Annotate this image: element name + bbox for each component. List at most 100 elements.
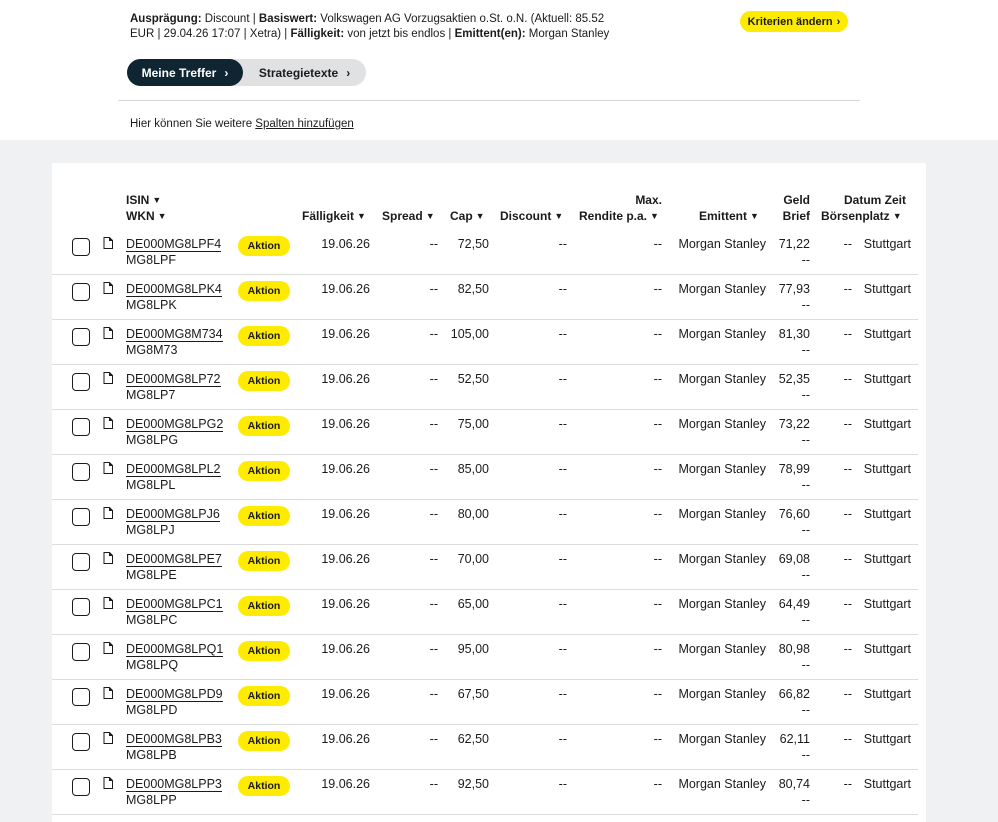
row-checkbox[interactable] (72, 733, 90, 751)
cap-cell: 95,00 (457, 642, 489, 656)
chevron-right-icon: › (346, 65, 351, 80)
datum-zeit-cell: -- (843, 687, 852, 701)
aktion-badge[interactable]: Aktion (238, 461, 290, 481)
header-cap[interactable]: Cap ▼ (450, 208, 485, 225)
isin-link[interactable]: DE000MG8LPG2 (126, 416, 224, 432)
document-icon[interactable] (103, 372, 113, 384)
tab-strategy-texts[interactable]: Strategietexte › (243, 59, 366, 86)
isin-link[interactable]: DE000MG8LPD9 (126, 686, 223, 702)
isin-link[interactable]: DE000MG8LPK4 (126, 281, 222, 297)
row-checkbox[interactable] (72, 418, 90, 436)
header-boersenplatz[interactable]: Börsenplatz ▼ (821, 208, 902, 225)
document-icon[interactable] (103, 462, 113, 474)
row-checkbox[interactable] (72, 238, 90, 256)
aktion-badge-label: Aktion (247, 420, 281, 432)
document-icon[interactable] (103, 732, 113, 744)
isin-link[interactable]: DE000MG8LPJ6 (126, 506, 220, 522)
header-isin[interactable]: ISIN ▼ (126, 192, 161, 209)
aktion-badge[interactable]: Aktion (238, 281, 290, 301)
aktion-badge[interactable]: Aktion (238, 371, 290, 391)
row-checkbox[interactable] (72, 643, 90, 661)
row-checkbox[interactable] (72, 778, 90, 796)
isin-link[interactable]: DE000MG8LP72 (126, 371, 221, 387)
datum-zeit-cell: -- (843, 372, 852, 386)
aktion-badge-label: Aktion (247, 600, 281, 612)
datum-zeit-cell: -- (843, 597, 852, 611)
row-checkbox[interactable] (72, 688, 90, 706)
isin-link[interactable]: DE000MG8M734 (126, 326, 223, 342)
wkn-text: MG8LPL (126, 478, 176, 492)
header-boersenplatz-label: Börsenplatz (821, 209, 890, 223)
aktion-badge[interactable]: Aktion (238, 731, 290, 751)
rendite-cell: -- (653, 687, 662, 701)
faelligkeit-cell: 19.06.26 (321, 462, 370, 476)
row-checkbox[interactable] (72, 283, 90, 301)
aktion-badge-label: Aktion (247, 735, 281, 747)
document-icon[interactable] (103, 642, 113, 654)
cap-cell: 70,00 (457, 552, 489, 566)
row-checkbox[interactable] (72, 553, 90, 571)
aktion-badge[interactable]: Aktion (238, 416, 290, 436)
add-columns-link[interactable]: Spalten hinzufügen (255, 118, 353, 130)
header-rendite[interactable]: Rendite p.a. ▼ (579, 208, 659, 225)
isin-link[interactable]: DE000MG8LPP3 (126, 776, 222, 792)
document-icon[interactable] (103, 777, 113, 789)
aktion-badge[interactable]: Aktion (238, 326, 290, 346)
header-faelligkeit[interactable]: Fälligkeit ▼ (302, 208, 366, 225)
header-discount[interactable]: Discount ▼ (500, 208, 563, 225)
document-icon[interactable] (103, 282, 113, 294)
divider (118, 100, 860, 101)
tab-my-hits[interactable]: Meine Treffer › (127, 59, 243, 86)
datum-zeit-cell: -- (843, 777, 852, 791)
header-spread[interactable]: Spread ▼ (382, 208, 435, 225)
cap-cell: 82,50 (457, 282, 489, 296)
row-checkbox[interactable] (72, 508, 90, 526)
aktion-badge[interactable]: Aktion (238, 551, 290, 571)
header-emittent[interactable]: Emittent ▼ (699, 208, 759, 225)
aktion-badge[interactable]: Aktion (238, 596, 290, 616)
chevron-right-icon: › (224, 65, 229, 80)
document-icon[interactable] (103, 237, 113, 249)
emittent-cell: Morgan Stanley (678, 282, 766, 296)
isin-link[interactable]: DE000MG8LPB3 (126, 731, 222, 747)
row-checkbox[interactable] (72, 598, 90, 616)
spread-cell: -- (429, 372, 438, 386)
tab-strategy-texts-label: Strategietexte (258, 65, 339, 80)
change-criteria-button[interactable]: Kriterien ändern › (740, 11, 848, 32)
isin-link[interactable]: DE000MG8LPF4 (126, 236, 222, 252)
header-wkn[interactable]: WKN ▼ (126, 208, 167, 225)
wkn-text: MG8LPJ (126, 523, 175, 537)
document-icon[interactable] (103, 417, 113, 429)
faelligkeit-cell: 19.06.26 (321, 417, 370, 431)
row-checkbox[interactable] (72, 373, 90, 391)
aktion-badge[interactable]: Aktion (238, 776, 290, 796)
isin-link[interactable]: DE000MG8LPQ1 (126, 641, 224, 657)
document-icon[interactable] (103, 507, 113, 519)
isin-link[interactable]: DE000MG8LPC1 (126, 596, 223, 612)
header-datum-zeit: Datum Zeit (822, 192, 906, 208)
aktion-badge[interactable]: Aktion (238, 236, 290, 256)
document-icon[interactable] (103, 597, 113, 609)
row-checkbox[interactable] (72, 328, 90, 346)
emittent-cell: Morgan Stanley (678, 687, 766, 701)
basiswert-label: Basiswert: (258, 13, 318, 25)
aktion-badge-label: Aktion (247, 240, 281, 252)
document-icon[interactable] (103, 687, 113, 699)
header-datum-zeit-label: Datum Zeit (843, 193, 906, 207)
rendite-cell: -- (653, 642, 662, 656)
row-checkbox[interactable] (72, 463, 90, 481)
aktion-badge[interactable]: Aktion (238, 506, 290, 526)
document-icon[interactable] (103, 327, 113, 339)
boersenplatz-cell: Stuttgart (863, 687, 911, 701)
aktion-badge-label: Aktion (247, 510, 281, 522)
aktion-badge-label: Aktion (247, 690, 281, 702)
emittent-cell: Morgan Stanley (678, 327, 766, 341)
document-icon[interactable] (103, 552, 113, 564)
aktion-badge[interactable]: Aktion (238, 641, 290, 661)
isin-text: DE000MG8LPG2 (126, 417, 224, 432)
rendite-cell: -- (653, 417, 662, 431)
isin-text: DE000MG8LPK4 (126, 282, 222, 297)
aktion-badge[interactable]: Aktion (238, 686, 290, 706)
isin-link[interactable]: DE000MG8LPL2 (126, 461, 221, 477)
isin-link[interactable]: DE000MG8LPE7 (126, 551, 222, 567)
